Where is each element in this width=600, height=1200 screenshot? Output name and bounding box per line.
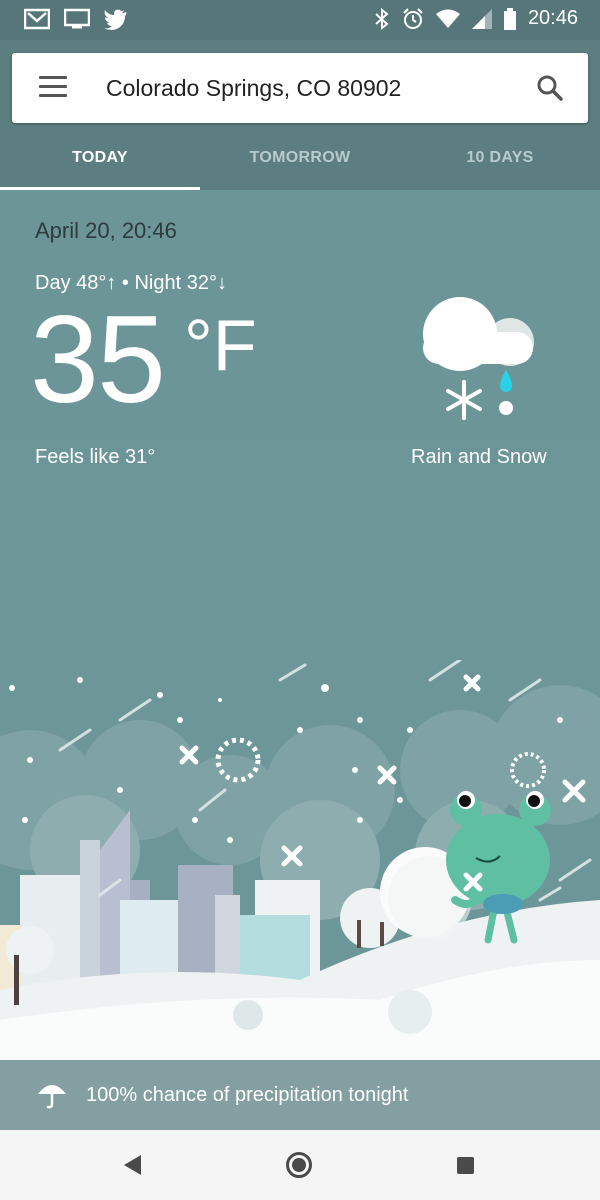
tab-bar: TODAY TOMORROW 10 DAYS: [0, 125, 600, 190]
gmail-icon: [24, 8, 50, 30]
tab-tomorrow[interactable]: TOMORROW: [200, 125, 400, 190]
status-bar: 20:46: [0, 0, 600, 40]
condition-text: Rain and Snow: [411, 446, 547, 468]
recents-icon[interactable]: [457, 1157, 474, 1174]
date-time: April 20, 20:46: [35, 218, 177, 243]
signal-icon: [471, 8, 492, 29]
cast-display-icon: [64, 8, 90, 29]
status-time: 20:46: [527, 7, 578, 29]
search-icon[interactable]: [534, 72, 566, 104]
temperature-unit: °F: [184, 306, 257, 386]
tab-10-days[interactable]: 10 DAYS: [400, 125, 600, 190]
back-icon[interactable]: [124, 1155, 141, 1175]
menu-icon[interactable]: [39, 76, 67, 100]
location-text[interactable]: Colorado Springs, CO 80902: [106, 75, 401, 102]
weather-illustration: [0, 660, 600, 1060]
navigation-bar: [0, 1130, 600, 1200]
precipitation-text: 100% chance of precipitation tonight: [86, 1084, 409, 1106]
feels-like: Feels like 31°: [35, 446, 156, 468]
precipitation-bar[interactable]: 100% chance of precipitation tonight: [0, 1060, 600, 1130]
weather-scene: April 20, 20:46 Day 48°↑ • Night 32°↓ 35…: [0, 190, 600, 1060]
wifi-icon: [435, 9, 460, 28]
battery-icon: [503, 7, 516, 30]
umbrella-icon: [38, 1085, 66, 1109]
search-card[interactable]: Colorado Springs, CO 80902: [12, 53, 588, 123]
home-icon[interactable]: [286, 1152, 312, 1178]
bluetooth-icon: [375, 7, 389, 30]
current-temperature: 35: [30, 291, 166, 429]
alarm-icon: [403, 7, 423, 29]
rain-snow-cloud-icon: [423, 297, 534, 420]
twitter-icon: [104, 9, 127, 30]
tab-today[interactable]: TODAY: [0, 125, 200, 190]
